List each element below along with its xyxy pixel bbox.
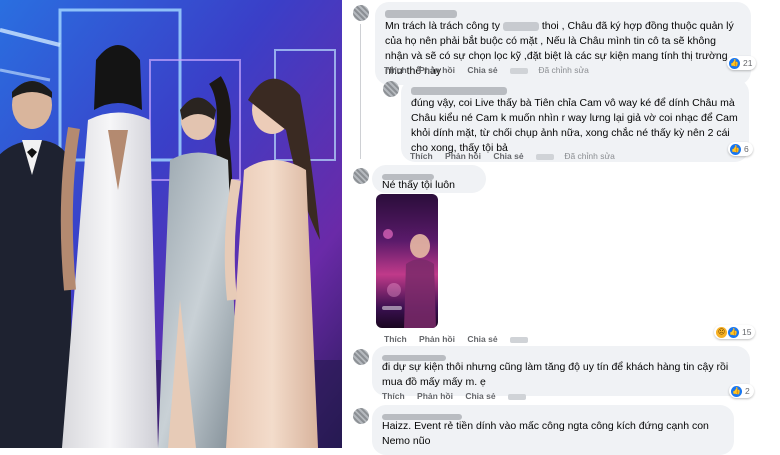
reply-button[interactable]: Phản hồi <box>445 151 481 161</box>
commenter-avatar[interactable] <box>353 168 369 184</box>
reaction-summary[interactable]: ☹ 👍 15 <box>714 325 756 339</box>
commenter-name-redacted[interactable] <box>411 87 507 96</box>
comment-actions: Thích Phản hồi Chia sẻ Đã chỉnh sửa <box>410 151 625 161</box>
share-button[interactable]: Chia sẻ <box>467 334 497 344</box>
comment-actions: Thích Phản hồi Chia sẻ <box>382 391 534 401</box>
reaction-summary[interactable]: 👍 21 <box>727 56 757 70</box>
sad-face-icon: ☹ <box>716 326 727 338</box>
like-button[interactable]: Thích <box>382 391 405 401</box>
timestamp-redacted <box>535 153 554 160</box>
comment-text: đi dự sự kiện thôi nhưng cũng làm tăng đ… <box>382 361 729 388</box>
thread-line <box>360 24 361 159</box>
reaction-count: 2 <box>745 386 750 396</box>
comment-attached-video[interactable] <box>376 194 438 328</box>
comment-text: Haizz. Event rẻ tiền dính vào mấc công n… <box>382 420 709 447</box>
reaction-count: 21 <box>743 58 753 68</box>
comment-actions: Thích Phản hồi Chia sẻ <box>384 334 536 344</box>
share-button[interactable]: Chia sẻ <box>493 151 523 161</box>
reaction-count: 6 <box>744 144 749 154</box>
share-button[interactable]: Chia sẻ <box>467 65 497 75</box>
reaction-count: 15 <box>742 327 752 337</box>
thumbs-up-icon: 👍 <box>730 143 741 155</box>
reaction-summary[interactable]: 👍 2 <box>729 384 754 398</box>
comment-bubble-4: đi dự sự kiện thôi nhưng cũng làm tăng đ… <box>372 346 750 396</box>
timestamp-redacted <box>507 393 526 400</box>
redacted-text <box>502 21 539 31</box>
reply-button[interactable]: Phản hồi <box>417 391 453 401</box>
like-button[interactable]: Thích <box>384 65 407 75</box>
comment-text: đúng vậy, coi Live thấy bà Tiên chỉa Cam… <box>411 97 738 154</box>
commenter-avatar[interactable] <box>353 349 369 365</box>
thumbs-up-icon: 👍 <box>729 57 740 69</box>
comment-bubble-3: Né thấy tội luôn <box>372 165 486 193</box>
comment-text-part: Mn trách là trách công ty <box>385 20 500 32</box>
reply-button[interactable]: Phản hồi <box>419 65 455 75</box>
edited-label[interactable]: Đã chỉnh sửa <box>538 65 589 75</box>
thumbs-up-icon: 👍 <box>731 385 742 397</box>
timestamp-redacted <box>509 336 528 343</box>
event-photo <box>0 0 342 448</box>
commenter-avatar[interactable] <box>383 81 399 97</box>
like-button[interactable]: Thích <box>384 334 407 344</box>
comment-actions: Thích Phản hồi Chia sẻ Đã chỉnh sửa <box>384 65 599 75</box>
timestamp-redacted <box>509 67 528 74</box>
comment-bubble-2: đúng vậy, coi Live thấy bà Tiên chỉa Cam… <box>401 79 749 162</box>
commenter-name-redacted[interactable] <box>385 10 457 19</box>
comment-text: Né thấy tội luôn <box>382 179 455 191</box>
thumbs-up-icon: 👍 <box>728 326 739 338</box>
like-button[interactable]: Thích <box>410 151 433 161</box>
commenter-avatar[interactable] <box>353 5 369 21</box>
share-button[interactable]: Chia sẻ <box>465 391 495 401</box>
reaction-summary[interactable]: 👍 6 <box>728 142 753 156</box>
commenter-avatar[interactable] <box>353 408 369 424</box>
reply-button[interactable]: Phản hồi <box>419 334 455 344</box>
edited-label[interactable]: Đã chỉnh sửa <box>564 151 615 161</box>
